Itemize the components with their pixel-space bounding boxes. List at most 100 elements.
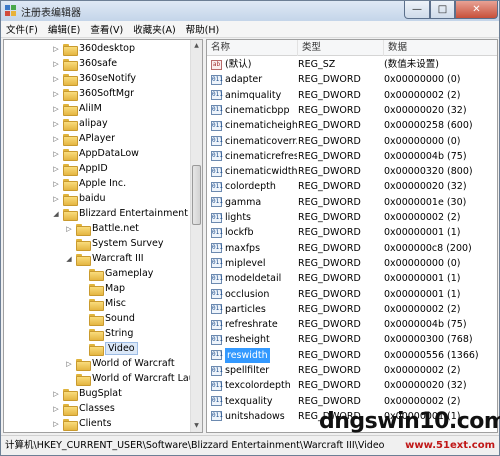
tree-item[interactable]: ▷ 360SoftMgr (52, 86, 134, 101)
value-row[interactable]: 011 cinematicwidth REG_DWORD 0x00000320 (80… (207, 164, 497, 179)
menu-edit[interactable]: 编辑(E) (43, 22, 85, 36)
expand-arrow-icon[interactable]: ▷ (65, 360, 73, 368)
tree-item[interactable]: ▷ BugSplat (52, 386, 122, 401)
tree-item[interactable]: ▷ AppDataLow (52, 146, 139, 161)
expand-arrow-icon[interactable]: ▷ (52, 405, 60, 413)
expand-arrow-icon[interactable]: ▷ (52, 135, 60, 143)
scroll-thumb[interactable] (192, 165, 201, 225)
value-name-cell: 011 texquality (211, 394, 297, 409)
value-row[interactable]: 011 cinematicheight REG_DWORD 0x00000258 (6… (207, 118, 497, 133)
expand-arrow-icon[interactable]: ▷ (52, 150, 60, 158)
tree-item[interactable]: Sound (78, 311, 135, 326)
tree-item[interactable]: ◢ Blizzard Entertainment (52, 206, 188, 221)
value-row[interactable]: 011 animquality REG_DWORD 0x00000002 (2) (207, 88, 497, 103)
column-header-name[interactable]: 名称 (207, 40, 298, 56)
expand-arrow-icon[interactable]: ▷ (52, 75, 60, 83)
value-row[interactable]: 011 reswidth REG_DWORD 0x00000556 (1366) (207, 347, 497, 363)
menu-help[interactable]: 帮助(H) (181, 22, 225, 36)
value-name: maxfps (225, 242, 261, 254)
tree-item[interactable]: ▷ Apple Inc. (52, 176, 126, 191)
values-list-pane[interactable]: 名称 类型 数据 ab (默认) REG_SZ (数值未设置) 011 adapter RE… (206, 39, 498, 433)
tree-item[interactable]: ▷ APlayer (52, 131, 115, 146)
value-data: 0x0000004b (75) (384, 319, 467, 331)
value-row[interactable]: 011 cinematicrefresh REG_DWORD 0x0000004b (… (207, 149, 497, 164)
minimize-button[interactable]: — (404, 1, 430, 19)
menu-file[interactable]: 文件(F) (1, 22, 43, 36)
tree-item[interactable]: System Survey (65, 236, 164, 251)
value-row[interactable]: 011 particles REG_DWORD 0x00000002 (2) (207, 302, 497, 317)
tree-item[interactable]: ◢ Warcraft III (65, 251, 144, 266)
tree-item[interactable]: ▷ Battle.net (65, 221, 139, 236)
value-row[interactable]: 011 lights REG_DWORD 0x00000002 (2) (207, 210, 497, 225)
binary-value-icon: 011 (211, 181, 223, 192)
value-name: lights (225, 212, 252, 223)
tree-item[interactable]: Misc (78, 296, 126, 311)
value-row[interactable]: 011 unitshadows REG_DWORD 0x00000001 (1) (207, 409, 497, 424)
collapse-arrow-icon[interactable]: ◢ (52, 210, 60, 218)
tree-item[interactable]: ▷ 360desktop (52, 41, 135, 56)
expand-arrow-icon[interactable]: ▷ (52, 165, 60, 173)
value-name: modeldetail (225, 273, 282, 285)
tree-item-label: World of Warcraft Laur (92, 373, 199, 384)
folder-icon (63, 133, 78, 146)
value-row[interactable]: 011 adapter REG_DWORD 0x00000000 (0) (207, 72, 497, 87)
key-tree-pane[interactable]: CoreAAC ▷ Clients ▷ Classes ▷ BugSplat World of… (3, 39, 203, 433)
value-row[interactable]: 011 occlusion REG_DWORD 0x00000001 (1) (207, 287, 497, 302)
close-button[interactable]: ✕ (455, 1, 498, 19)
collapse-arrow-icon[interactable]: ◢ (65, 255, 73, 263)
scroll-down-icon[interactable]: ▼ (191, 420, 202, 432)
expand-arrow-icon[interactable]: ▷ (52, 45, 60, 53)
tree-item[interactable]: ▷ AliIM (52, 101, 102, 116)
expand-arrow-icon[interactable]: ▷ (52, 195, 60, 203)
tree-item[interactable]: ▷ baidu (52, 191, 106, 206)
tree-scrollbar[interactable]: ▲ ▼ (190, 40, 202, 432)
value-row[interactable]: 011 miplevel REG_DWORD 0x00000000 (0) (207, 256, 497, 271)
expand-arrow-icon[interactable]: ▷ (52, 120, 60, 128)
value-row[interactable]: 011 lockfb REG_DWORD 0x00000001 (1) (207, 225, 497, 240)
value-row[interactable]: 011 cinematicbpp REG_DWORD 0x00000020 (32) (207, 103, 497, 118)
expand-arrow-icon[interactable]: ▷ (52, 420, 60, 428)
column-header-type[interactable]: 类型 (298, 40, 384, 56)
expand-arrow-icon[interactable]: ▷ (52, 60, 60, 68)
expand-arrow-icon[interactable]: ▷ (52, 390, 60, 398)
value-row[interactable]: 011 texcolordepth REG_DWORD 0x00000020 (32) (207, 378, 497, 393)
value-row[interactable]: 011 colordepth REG_DWORD 0x00000020 (32) (207, 179, 497, 194)
menu-favorites[interactable]: 收藏夹(A) (128, 22, 180, 36)
tree-item[interactable]: Gameplay (78, 266, 153, 281)
value-row[interactable]: 011 modeldetail REG_DWORD 0x00000001 (1) (207, 271, 497, 286)
tree-item[interactable]: ▷ World of Warcraft (65, 356, 175, 371)
expand-arrow-icon[interactable]: ▷ (52, 180, 60, 188)
tree-item[interactable]: ▷ 360safe (52, 56, 117, 71)
tree-item[interactable]: ▷ Clients (52, 416, 111, 431)
binary-value-icon: 011 (211, 273, 223, 284)
scroll-up-icon[interactable]: ▲ (191, 40, 202, 52)
tree-item[interactable]: Video (78, 341, 138, 356)
value-name: spellfilter (225, 365, 270, 376)
column-header-data[interactable]: 数据 (384, 40, 497, 56)
tree-item[interactable]: CoreAAC (52, 431, 121, 432)
value-row[interactable]: 011 texquality REG_DWORD 0x00000002 (2) (207, 394, 497, 409)
value-row[interactable]: 011 refreshrate REG_DWORD 0x0000004b (75) (207, 317, 497, 332)
value-row[interactable]: 011 spellfilter REG_DWORD 0x00000002 (2) (207, 363, 497, 378)
tree-item[interactable]: ▷ 360seNotify (52, 71, 136, 86)
binary-value-icon: 011 (211, 105, 223, 116)
tree-item[interactable]: ▷ AppID (52, 161, 108, 176)
value-row[interactable]: 011 cinematicoverr... REG_DWORD 0x00000000 … (207, 134, 497, 149)
tree-item[interactable]: String (78, 326, 133, 341)
tree-item[interactable]: Map (78, 281, 125, 296)
folder-icon (76, 223, 91, 236)
maximize-button[interactable]: □ (430, 1, 455, 19)
value-row[interactable]: 011 gamma REG_DWORD 0x0000001e (30) (207, 195, 497, 210)
menu-view[interactable]: 查看(V) (85, 22, 128, 36)
tree-item[interactable]: World of Warcraft Laur (65, 371, 199, 386)
expand-arrow-icon[interactable]: ▷ (52, 90, 60, 98)
value-name-cell: 011 colordepth (211, 179, 297, 194)
value-row[interactable]: ab (默认) REG_SZ (数值未设置) (207, 57, 497, 72)
value-name: gamma (225, 196, 262, 208)
expand-arrow-icon[interactable]: ▷ (52, 105, 60, 113)
tree-item[interactable]: ▷ alipay (52, 116, 108, 131)
tree-item[interactable]: ▷ Classes (52, 401, 115, 416)
value-row[interactable]: 011 resheight REG_DWORD 0x00000300 (768) (207, 332, 497, 347)
expand-arrow-icon[interactable]: ▷ (65, 225, 73, 233)
value-row[interactable]: 011 maxfps REG_DWORD 0x000000c8 (200) (207, 241, 497, 256)
